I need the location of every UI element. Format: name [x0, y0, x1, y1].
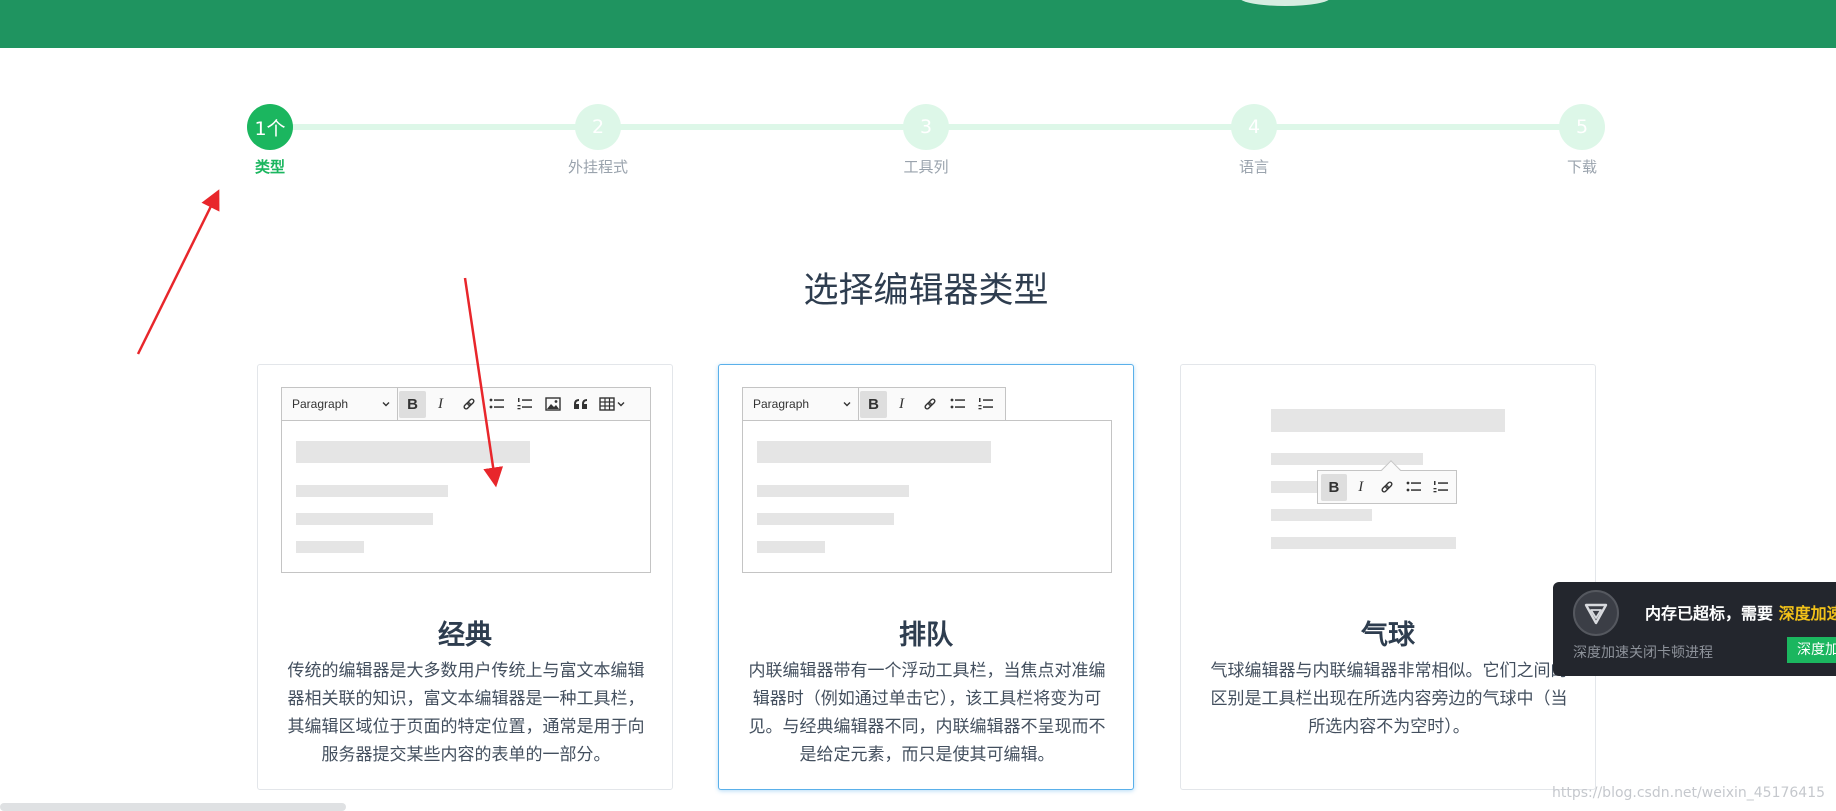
step-label: 类型 [254, 158, 285, 176]
paragraph-dropdown-label: Paragraph [753, 397, 810, 411]
paragraph-dropdown: Paragraph [282, 388, 398, 420]
deep-accelerate-button[interactable]: 深度加速 [1787, 637, 1836, 663]
placeholder-line [296, 513, 433, 525]
step-label: 语言 [1238, 158, 1269, 176]
editor-toolbar: Paragraph B I [281, 387, 651, 421]
card-title: 经典 [438, 620, 492, 651]
classic-editor-preview: Paragraph B I [281, 387, 651, 573]
placeholder-heading [1271, 409, 1505, 432]
card-description: 传统的编辑器是大多数用户传统上与富文本编辑器相关联的知识，富文本编辑器是一种工具… [287, 661, 645, 765]
step-number: 4 [1231, 104, 1277, 150]
paragraph-dropdown-label: Paragraph [292, 397, 349, 411]
placeholder-line [1271, 537, 1456, 549]
italic-icon: I [899, 395, 904, 412]
step-type[interactable]: 1个 类型 [200, 104, 340, 177]
step-toolbar[interactable]: 3 工具列 [856, 104, 996, 177]
step-number: 2 [575, 104, 621, 150]
placeholder-heading [296, 441, 530, 463]
editor-content-area [281, 420, 651, 573]
balloon-toolbar: B I [1317, 460, 1457, 504]
placeholder-line [757, 541, 825, 553]
editor-type-card-balloon[interactable]: B I 气球 气球编辑器与内联编辑器非常相似。它们之间的区别是工具栏出现在所选内… [1180, 364, 1596, 790]
card-title: 排队 [899, 620, 953, 651]
chevron-down-icon [843, 402, 851, 407]
table-icon [595, 391, 631, 418]
step-plugins[interactable]: 2 外挂程式 [528, 104, 668, 177]
step-number: 3 [903, 104, 949, 150]
popup-highlight: 深度加速 [1778, 604, 1836, 623]
chevron-down-icon [382, 402, 390, 407]
link-icon [1375, 474, 1401, 501]
card-description: 气球编辑器与内联编辑器非常相似。它们之间的区别是工具栏出现在所选内容旁边的气球中… [1210, 661, 1568, 737]
link-icon [916, 391, 943, 418]
page-heading: 选择编辑器类型 [803, 271, 1049, 311]
inline-editor-preview: Paragraph B I [742, 387, 1112, 573]
popup-message: 内存已超标，需要 深度加速 [1645, 600, 1836, 624]
shield-icon [1573, 590, 1619, 636]
bold-icon: B [1321, 473, 1347, 501]
editor-type-card-classic[interactable]: Paragraph B I 经典 传统的编辑器是大多数用户传统上与富文本编辑器相… [257, 364, 673, 790]
step-language[interactable]: 4 语言 [1184, 104, 1324, 177]
bulleted-list-icon [944, 391, 971, 418]
step-label: 外挂程式 [567, 158, 628, 176]
step-label: 工具列 [903, 158, 949, 176]
numbered-list-icon [972, 391, 999, 418]
placeholder-line [757, 513, 894, 525]
step-number: 1个 [247, 104, 293, 150]
image-icon [539, 391, 566, 418]
watermark: https://blog.csdn.net/weixin_45176415 [1552, 785, 1826, 801]
step-label: 下载 [1566, 158, 1597, 176]
stepper: 1个 类型 2 外挂程式 3 工具列 4 语言 5 下载 [0, 0, 1836, 200]
popup-subtext: 深度加速关闭卡顿进程 [1573, 645, 1713, 661]
placeholder-line [1271, 453, 1423, 465]
placeholder-line [296, 485, 448, 497]
bulleted-list-icon [1401, 474, 1427, 501]
placeholder-line [757, 485, 909, 497]
card-title: 气球 [1361, 620, 1415, 651]
placeholder-heading [757, 441, 991, 463]
step-download[interactable]: 5 下载 [1512, 104, 1652, 177]
bold-icon: B [399, 390, 426, 418]
placeholder-line [296, 541, 364, 553]
step-number: 5 [1559, 104, 1605, 150]
placeholder-line [1271, 509, 1372, 521]
link-icon [455, 391, 482, 418]
italic-icon: I [438, 395, 443, 412]
editor-content-area [742, 420, 1112, 573]
italic-icon: I [1358, 478, 1364, 495]
bulleted-list-icon [483, 391, 510, 418]
numbered-list-icon [1428, 474, 1454, 501]
card-description: 内联编辑器带有一个浮动工具栏，当焦点对准编辑器时（例如通过单击它），该工具栏将变… [748, 661, 1106, 765]
bold-icon: B [860, 390, 887, 418]
blockquote-icon [567, 391, 594, 418]
memory-alert-popup: 内存已超标，需要 深度加速 深度加速关闭卡顿进程 深度加速 [1553, 582, 1836, 676]
numbered-list-icon [511, 391, 538, 418]
paragraph-dropdown: Paragraph [743, 388, 859, 420]
horizontal-scrollbar[interactable] [0, 803, 346, 811]
editor-type-card-inline[interactable]: Paragraph B I 排队 内联编辑器带有一个浮动工具栏，当焦点对准编辑器… [718, 364, 1134, 790]
placeholder-line [1271, 481, 1321, 493]
editor-toolbar: Paragraph B I [742, 387, 1006, 421]
